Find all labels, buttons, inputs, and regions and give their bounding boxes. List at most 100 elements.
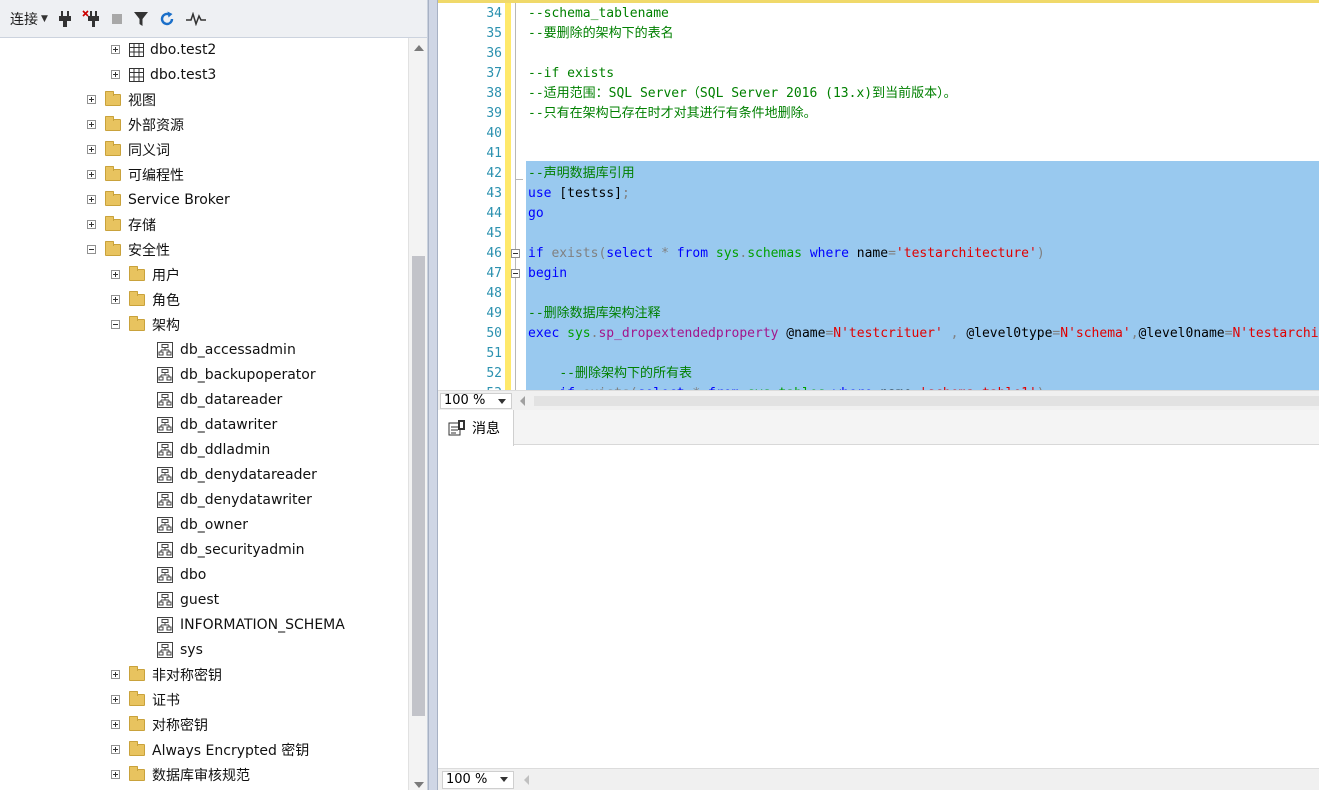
code-line[interactable]: --要删除的架构下的表名 <box>528 24 674 44</box>
code-line[interactable]: if exists(select * from sys.schemas wher… <box>528 244 1045 264</box>
code-line[interactable]: --if exists <box>528 64 614 84</box>
expand-icon[interactable] <box>111 70 120 79</box>
tree-item[interactable]: 数据库审核规范 <box>111 762 250 787</box>
code-line[interactable]: use [testss]; <box>528 184 630 204</box>
tree-item[interactable]: Service Broker <box>87 187 230 212</box>
line-number: 37 <box>486 66 502 81</box>
expand-icon[interactable] <box>87 170 96 179</box>
pane-splitter[interactable] <box>428 0 438 790</box>
tree-item[interactable]: db_securityadmin <box>157 537 305 562</box>
tree-item-label: db_denydatareader <box>180 466 317 483</box>
tree-item[interactable]: 视图 <box>87 87 156 112</box>
code-token: N'testcrituer' <box>833 326 943 341</box>
code-line[interactable]: exec sys.sp_dropextendedproperty @name=N… <box>528 324 1319 344</box>
scroll-thumb[interactable] <box>412 256 425 716</box>
tree-item[interactable]: dbo.test2 <box>111 38 216 62</box>
line-number: 47 <box>486 266 502 281</box>
tree-item[interactable]: 证书 <box>111 687 180 712</box>
tree-item[interactable]: db_accessadmin <box>157 337 296 362</box>
tree-item-label: INFORMATION_SCHEMA <box>180 616 345 633</box>
tree-item-label: dbo <box>180 566 207 583</box>
tree-item[interactable]: db_denydatareader <box>157 462 317 487</box>
tree-item[interactable]: 用户 <box>111 262 180 287</box>
expand-icon[interactable] <box>111 745 120 754</box>
tree-item[interactable]: dbo.test3 <box>111 62 216 87</box>
tree-item[interactable]: dbo <box>157 562 206 587</box>
object-explorer-tree: dbo.test2 dbo.test3 视图 外部资源 同义词 可编程性 Service B… <box>0 38 408 790</box>
collapse-icon[interactable] <box>511 269 520 278</box>
disconnect-icon[interactable] <box>82 8 100 30</box>
tree-item[interactable]: 非对称密钥 <box>111 662 222 687</box>
collapse-icon[interactable] <box>87 245 96 254</box>
connect-dropdown-button[interactable]: 连接 ▼ <box>10 8 48 30</box>
code-line[interactable]: go <box>528 204 544 224</box>
line-number: 40 <box>486 126 502 141</box>
stop-icon[interactable] <box>111 8 123 30</box>
scroll-up-arrow-icon[interactable] <box>414 45 424 51</box>
tab-messages[interactable]: 消息 <box>438 410 514 446</box>
tree-item[interactable]: INFORMATION_SCHEMA <box>157 612 345 637</box>
editor-horizontal-scrollbar[interactable] <box>534 396 1319 406</box>
expand-icon[interactable] <box>111 45 120 54</box>
tree-item[interactable]: 外部资源 <box>87 112 184 137</box>
code-token: = <box>888 246 896 261</box>
code-line[interactable]: --只有在架构已存在时才对其进行有条件地删除。 <box>528 104 817 124</box>
folder-icon <box>129 315 145 331</box>
scroll-left-arrow-icon[interactable] <box>520 396 525 406</box>
expand-icon[interactable] <box>87 195 96 204</box>
code-line[interactable]: --schema_tablename <box>528 4 669 24</box>
code-line[interactable]: begin <box>528 264 567 284</box>
code-line[interactable]: --删除架构下的所有表 <box>528 364 692 384</box>
tree-item[interactable]: db_datareader <box>157 387 282 412</box>
tree-item[interactable]: guest <box>157 587 219 612</box>
expand-icon[interactable] <box>111 720 120 729</box>
refresh-icon[interactable] <box>159 8 175 30</box>
line-number: 48 <box>486 286 502 301</box>
line-number: 35 <box>486 26 502 41</box>
connect-icon[interactable] <box>58 8 71 30</box>
tree-item[interactable]: db_denydatawriter <box>157 487 312 512</box>
tree-item-label: 证书 <box>152 692 180 709</box>
expand-icon[interactable] <box>111 295 120 304</box>
tree-item[interactable]: 同义词 <box>87 137 170 162</box>
tree-vertical-scrollbar[interactable] <box>408 38 427 790</box>
scroll-left-arrow-icon[interactable] <box>524 775 529 785</box>
collapse-icon[interactable] <box>111 320 120 329</box>
editor-zoom-select[interactable]: 100 % <box>440 393 512 409</box>
tree-item[interactable]: 角色 <box>111 287 180 312</box>
expand-icon[interactable] <box>111 770 120 779</box>
line-number: 41 <box>486 146 502 161</box>
query-editor[interactable]: --schema_tablename --要删除的架构下的表名 --if exist… <box>438 0 1319 390</box>
expand-icon[interactable] <box>111 270 120 279</box>
tree-item[interactable]: db_backupoperator <box>157 362 316 387</box>
tree-item[interactable]: sys <box>157 637 203 662</box>
code-line[interactable]: --删除数据库架构注释 <box>528 304 661 324</box>
tree-item[interactable]: 可编程性 <box>87 162 184 187</box>
tree-item[interactable]: Always Encrypted 密钥 <box>111 737 309 762</box>
tree-item[interactable]: 存储 <box>87 212 156 237</box>
results-zoom-select[interactable]: 100 % <box>442 771 514 789</box>
tree-item[interactable]: 对称密钥 <box>111 712 208 737</box>
tree-item[interactable]: db_owner <box>157 512 248 537</box>
tree-item[interactable]: 安全性 <box>87 237 170 262</box>
scroll-down-arrow-icon[interactable] <box>414 782 424 788</box>
filter-icon[interactable] <box>133 8 148 30</box>
code-line[interactable]: --适用范围：SQL Server（SQL Server 2016 (13.x)… <box>528 84 957 104</box>
code-token: from <box>676 246 709 261</box>
expand-icon[interactable] <box>87 220 96 229</box>
tree-item[interactable]: 架构 <box>111 312 180 337</box>
code-line[interactable]: --声明数据库引用 <box>528 164 635 184</box>
code-token: ) <box>1036 246 1045 261</box>
collapse-icon[interactable] <box>511 249 520 258</box>
expand-icon[interactable] <box>111 670 120 679</box>
code-token: exists( <box>543 246 607 261</box>
text-selection <box>526 161 1319 390</box>
expand-icon[interactable] <box>87 120 96 129</box>
expand-icon[interactable] <box>111 695 120 704</box>
expand-icon[interactable] <box>87 95 96 104</box>
tree-item[interactable]: db_datawriter <box>157 412 277 437</box>
line-number: 43 <box>486 186 502 201</box>
tree-item[interactable]: db_ddladmin <box>157 437 270 462</box>
activity-monitor-icon[interactable] <box>185 8 206 30</box>
expand-icon[interactable] <box>87 145 96 154</box>
